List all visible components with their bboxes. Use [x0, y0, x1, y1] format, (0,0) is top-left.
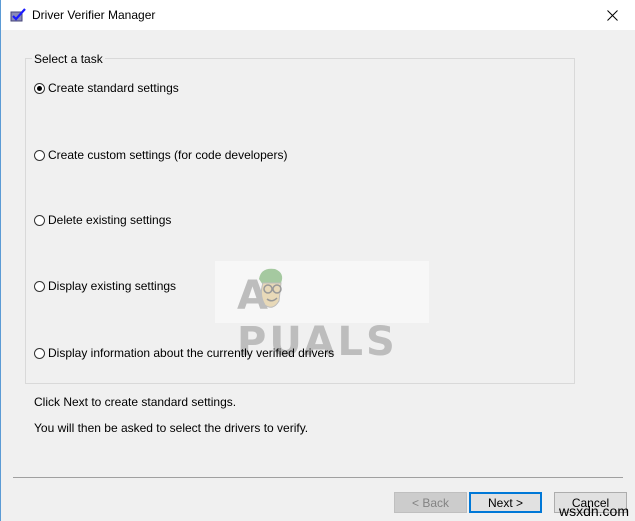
option-label: Display existing settings: [48, 279, 177, 293]
mascot-icon: [259, 268, 283, 308]
title-bar: Driver Verifier Manager: [1, 0, 635, 30]
option-display-verified-drivers-info[interactable]: Display information about the currently …: [34, 346, 334, 360]
radio-button[interactable]: [34, 347, 45, 359]
option-display-existing-settings[interactable]: Display existing settings: [34, 279, 176, 293]
option-create-standard-settings[interactable]: Create standard settings: [34, 81, 179, 95]
back-button[interactable]: < Back: [394, 492, 467, 513]
button-separator: [13, 477, 623, 478]
radio-button[interactable]: [34, 149, 45, 161]
option-create-custom-settings[interactable]: Create custom settings (for code develop…: [34, 148, 287, 162]
next-button[interactable]: Next >: [469, 492, 542, 513]
driver-verifier-window: Driver Verifier Manager Select a task Cr…: [0, 0, 635, 521]
option-label: Display information about the currently …: [48, 346, 335, 360]
option-label: Create standard settings: [48, 81, 179, 95]
radio-button[interactable]: [34, 214, 45, 226]
groupbox-legend: Select a task: [32, 52, 105, 66]
close-icon: [606, 9, 618, 21]
close-button[interactable]: [589, 0, 635, 30]
site-watermark: wsxdn.com: [558, 503, 629, 519]
radio-button-checked[interactable]: [34, 82, 45, 94]
appuals-watermark: A PUALS: [215, 261, 429, 365]
option-label: Delete existing settings: [48, 213, 172, 227]
window-title: Driver Verifier Manager: [32, 8, 156, 22]
driver-verifier-checkbox-icon: [10, 8, 26, 22]
radio-button[interactable]: [34, 280, 45, 292]
info-text-line-2: You will then be asked to select the dri…: [34, 421, 309, 435]
option-label: Create custom settings (for code develop…: [48, 148, 288, 162]
info-text-line-1: Click Next to create standard settings.: [34, 395, 237, 409]
option-delete-existing-settings[interactable]: Delete existing settings: [34, 213, 171, 227]
